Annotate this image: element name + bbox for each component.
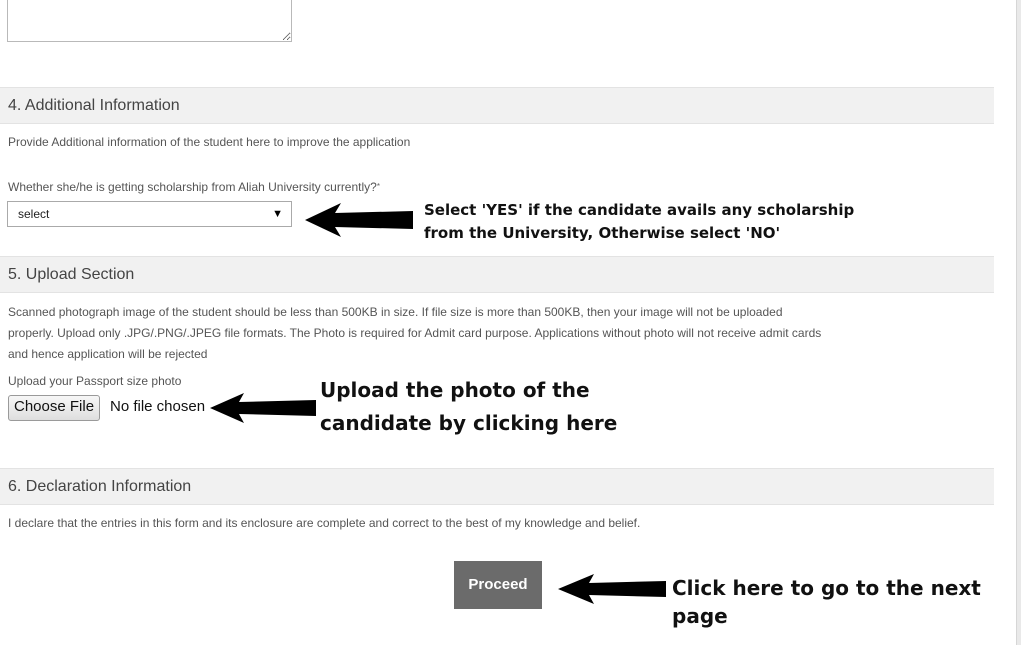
annotation-upload-line1: Upload the photo of the xyxy=(320,378,590,402)
section-header-declaration: 6. Declaration Information xyxy=(0,468,994,505)
additional-info-description: Provide Additional information of the st… xyxy=(8,135,411,149)
scholarship-question-label: Whether she/he is getting scholarship fr… xyxy=(8,177,380,197)
photo-upload-label: Upload your Passport size photo xyxy=(8,374,182,388)
annotation-upload-line2: candidate by clicking here xyxy=(320,411,618,435)
upload-description-line3: and hence application will be rejected xyxy=(8,347,208,361)
no-file-chosen-text: No file chosen xyxy=(110,398,206,415)
chevron-down-icon: ▼ xyxy=(272,208,283,220)
annotation-scholarship-line2: from the University, Otherwise select 'N… xyxy=(424,224,781,242)
required-mark: * xyxy=(376,182,380,191)
upload-description-line2: properly. Upload only .JPG/.PNG/.JPEG fi… xyxy=(8,326,822,340)
arrow-left-icon xyxy=(558,574,666,604)
section-header-additional-info: 4. Additional Information xyxy=(0,87,994,124)
upload-description-line1: Scanned photograph image of the student … xyxy=(8,305,783,319)
annotation-proceed: Click here to go to the next page xyxy=(672,576,981,628)
proceed-button[interactable]: Proceed xyxy=(454,561,542,609)
choose-file-button[interactable]: Choose File xyxy=(8,395,101,421)
upload-description: Scanned photograph image of the student … xyxy=(8,302,821,365)
scholarship-select-value: select xyxy=(18,207,50,221)
annotation-scholarship: Select 'YES' if the candidate avails any… xyxy=(424,199,854,245)
section-header-upload: 5. Upload Section xyxy=(0,256,994,293)
scholarship-select[interactable]: select ▼ xyxy=(7,201,292,227)
declaration-text: I declare that the entries in this form … xyxy=(8,516,641,530)
arrow-left-icon xyxy=(210,393,316,423)
annotation-upload: Upload the photo of the candidate by cli… xyxy=(320,374,617,440)
annotation-scholarship-line1: Select 'YES' if the candidate avails any… xyxy=(424,201,855,219)
arrow-left-icon xyxy=(305,203,413,237)
previous-textarea[interactable] xyxy=(7,0,292,42)
page-scroll-edge xyxy=(1016,0,1021,645)
scholarship-question-text: Whether she/he is getting scholarship fr… xyxy=(8,180,377,194)
